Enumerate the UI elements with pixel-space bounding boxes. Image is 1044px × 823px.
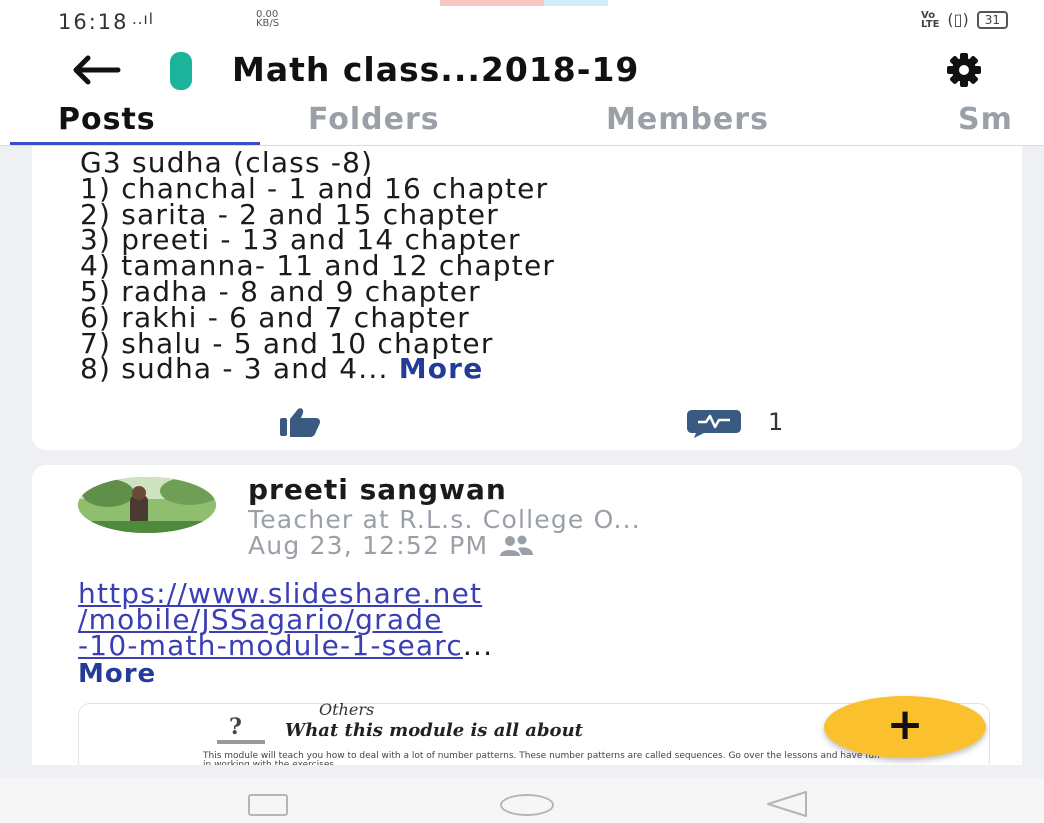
tab-members[interactable]: Members [606, 102, 769, 137]
home-icon[interactable] [500, 794, 554, 816]
volte-icon: Vo LTE [921, 9, 940, 30]
plus-icon: + [886, 699, 924, 750]
status-time: 16:18 [58, 10, 129, 34]
back-triangle-icon[interactable] [764, 790, 810, 818]
link-ellipsis: ... [462, 629, 494, 662]
vibrate-icon: (▯) [947, 10, 969, 29]
avatar[interactable] [78, 477, 216, 533]
status-accent [440, 0, 608, 6]
author-subtitle: Teacher at R.L.s. College O... [248, 505, 641, 534]
system-nav-bar [0, 778, 1044, 823]
signal-icon: ..ıl [132, 10, 154, 28]
gear-icon[interactable] [944, 50, 984, 90]
app-header: Math class...2018-19 [0, 48, 1044, 96]
add-post-button[interactable]: + [824, 696, 986, 758]
link-line[interactable]: -10-math-module-1-searc [78, 629, 463, 662]
post-date: Aug 23, 12:52 PM [248, 531, 534, 560]
group-color-icon [170, 52, 192, 90]
battery-icon: 31 [976, 10, 1008, 29]
more-link[interactable]: More [78, 659, 156, 689]
tab-bar: Posts Folders Members Sm [0, 96, 1044, 146]
status-right: Vo LTE (▯) 31 [921, 10, 1008, 29]
preview-body: This module will teach you how to deal w… [203, 751, 880, 766]
recent-apps-icon[interactable] [248, 794, 288, 816]
tab-posts[interactable]: Posts [58, 102, 156, 137]
preview-header: Others [319, 700, 375, 719]
members-icon [500, 535, 534, 556]
post-author[interactable]: preeti sangwan [248, 473, 507, 506]
post-line: 8) sudha - 3 and 4... [80, 352, 389, 386]
question-icon: ? [229, 714, 242, 740]
status-bar: 16:18 ..ıl 0.00 KB/S Vo LTE (▯) 31 [0, 0, 1044, 48]
back-arrow-icon[interactable] [66, 50, 122, 90]
post-link[interactable]: https://www.slideshare.net /mobile/JSSag… [78, 580, 493, 660]
page-title: Math class...2018-19 [232, 50, 640, 89]
link-line-last: -10-math-module-1-searc... [78, 632, 493, 660]
post-card: G3 sudha (class -8) 1) chanchal - 1 and … [32, 146, 1022, 450]
post-line-last: 8) sudha - 3 and 4... More [80, 355, 555, 383]
network-speed: 0.00 KB/S [256, 9, 280, 29]
comment-count: 1 [768, 408, 784, 436]
preview-title: What this module is all about [285, 720, 583, 741]
question-icon-base [217, 740, 265, 744]
post-body: G3 sudha (class -8) 1) chanchal - 1 and … [80, 149, 555, 383]
comment-icon[interactable] [686, 408, 742, 438]
tab-sm[interactable]: Sm [958, 102, 1013, 137]
active-tab-indicator [10, 142, 260, 145]
post-timestamp: Aug 23, 12:52 PM [248, 531, 489, 560]
thumbs-up-icon[interactable] [278, 406, 322, 438]
tab-folders[interactable]: Folders [308, 102, 440, 137]
more-link[interactable]: More [399, 352, 484, 385]
